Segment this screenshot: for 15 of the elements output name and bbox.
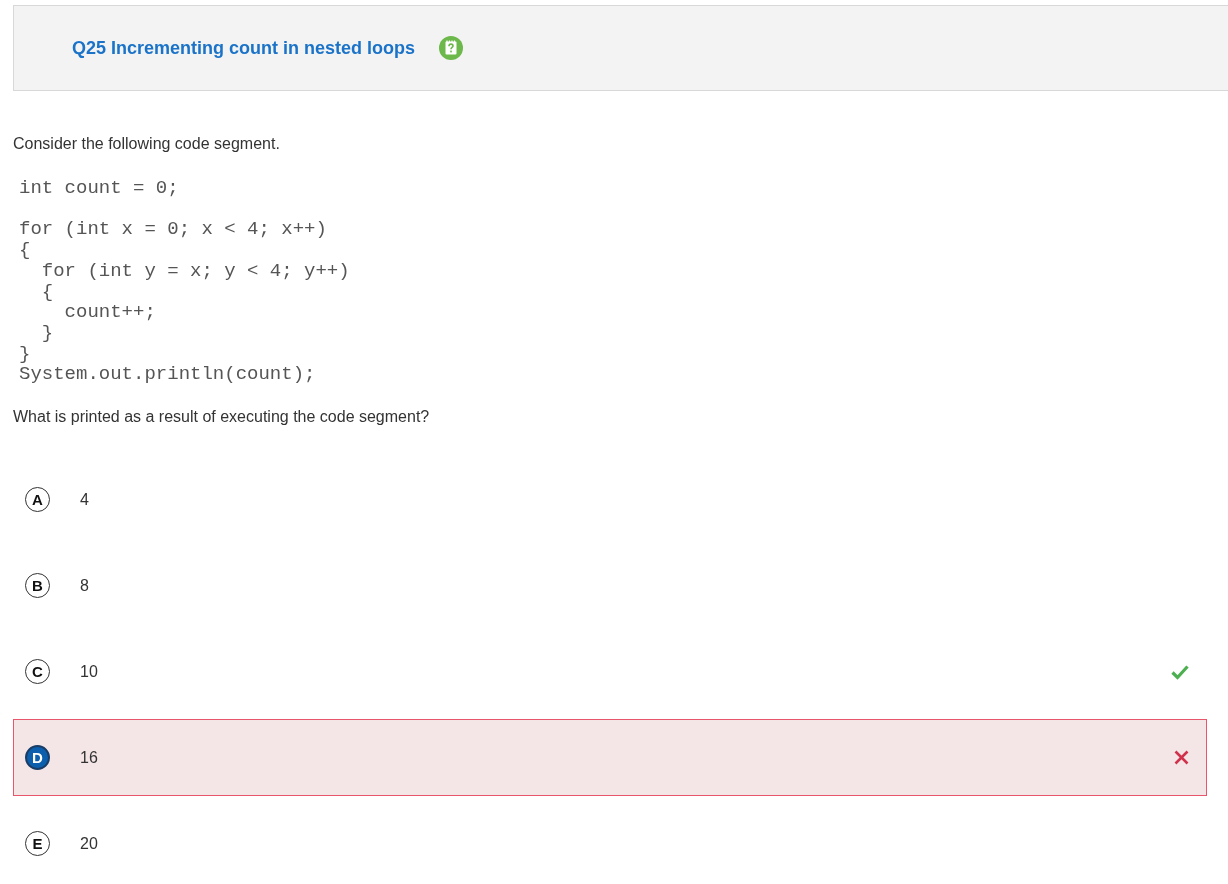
- option-letter: E: [25, 831, 50, 857]
- answer-option[interactable]: B 8: [13, 547, 1207, 625]
- option-letter: A: [25, 487, 50, 513]
- question-title: Q25 Incrementing count in nested loops: [72, 37, 416, 59]
- code-text: int count = 0; for (int x = 0; x < 4; x++) { for (int y = x; y < 4; y++) { count++; } } System.out.println(count);: [19, 178, 350, 386]
- option-letter: C: [25, 659, 50, 685]
- answer-option[interactable]: D 16: [13, 719, 1207, 797]
- answer-option[interactable]: C 10: [13, 633, 1207, 711]
- answer-option[interactable]: E 20: [13, 805, 1207, 883]
- question-note-icon: [439, 36, 464, 60]
- option-letter: B: [25, 573, 50, 599]
- prompt-text: Consider the following code segment.: [13, 134, 280, 154]
- option-letter: D: [25, 745, 50, 771]
- answer-option[interactable]: A 4: [13, 461, 1207, 539]
- question-text: What is printed as a result of executing the code segment?: [13, 407, 430, 428]
